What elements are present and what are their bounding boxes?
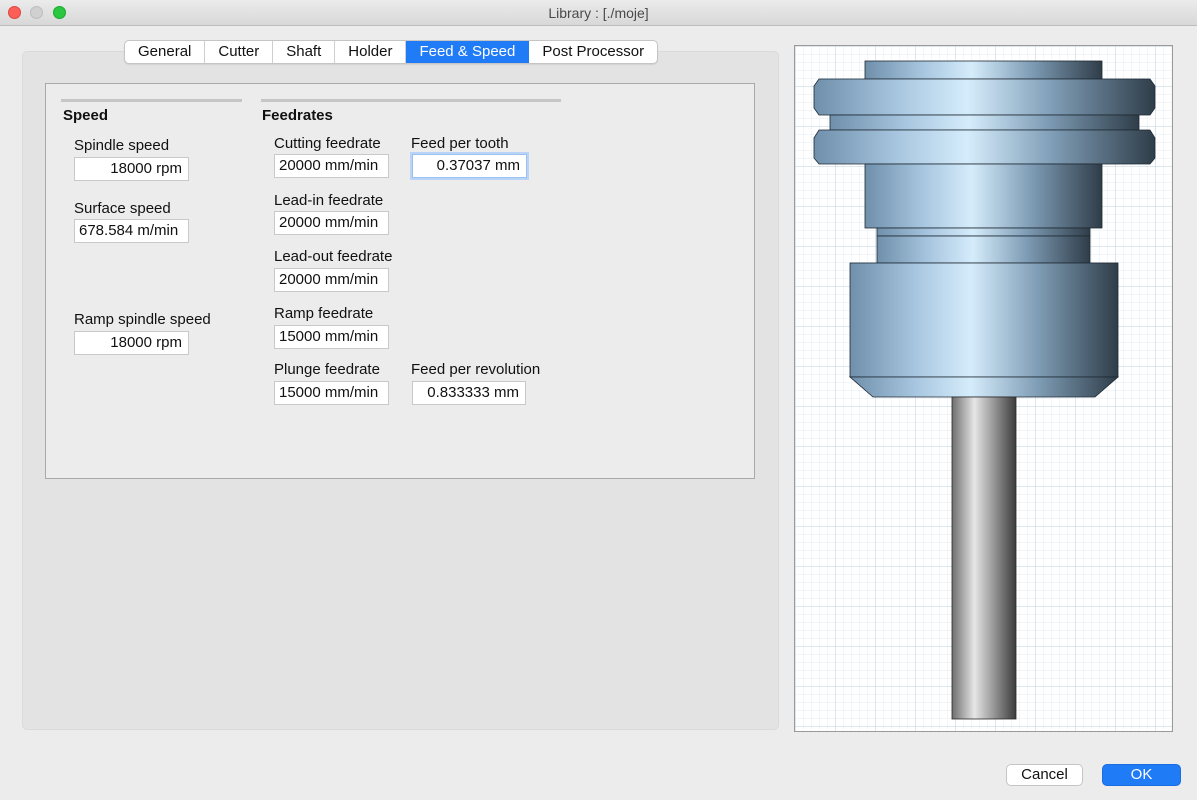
feed-per-tooth-input[interactable]: 0.37037 mm: [412, 154, 527, 178]
lead-in-feedrate-input[interactable]: 20000 mm/min: [274, 211, 389, 235]
surface-speed-field: 678.584 m/min: [74, 219, 189, 243]
tab-bar: General Cutter Shaft Holder Feed & Speed…: [124, 40, 659, 64]
tool-preview-drawing: [795, 46, 1172, 731]
tab-shaft[interactable]: Shaft: [273, 41, 336, 63]
plunge-feedrate-label: Plunge feedrate: [274, 361, 380, 378]
tab-general[interactable]: General: [125, 41, 206, 63]
ramp-spindle-speed-label: Ramp spindle speed: [74, 311, 211, 328]
plunge-feedrate-input[interactable]: 15000 mm/min: [274, 381, 389, 405]
window-title: Library : [./moje]: [548, 5, 649, 21]
lead-out-feedrate-input[interactable]: 20000 mm/min: [274, 268, 389, 292]
speed-group-title: Speed: [63, 107, 109, 124]
feedrates-group-title: Feedrates: [262, 107, 333, 124]
lead-out-feedrate-label: Lead-out feedrate: [274, 248, 393, 265]
title-bar: Library : [./moje]: [0, 0, 1197, 26]
cutter-shaft-shape: [951, 396, 1017, 720]
tab-feed-speed[interactable]: Feed & Speed: [406, 41, 530, 63]
lead-in-feedrate-label: Lead-in feedrate: [274, 192, 384, 209]
surface-speed-label: Surface speed: [74, 200, 171, 217]
tab-holder[interactable]: Holder: [335, 41, 407, 63]
speed-group-divider: [61, 99, 242, 102]
ramp-feedrate-label: Ramp feedrate: [274, 305, 374, 322]
feed-per-revolution-label: Feed per revolution: [411, 361, 541, 378]
ramp-spindle-speed-input[interactable]: 18000 rpm: [74, 331, 189, 355]
tool-preview: [794, 45, 1173, 732]
feed-per-revolution-field: 0.833333 mm: [412, 381, 526, 405]
spindle-speed-label: Spindle speed: [74, 137, 170, 154]
feedrates-group-divider: [261, 99, 561, 102]
cutting-feedrate-input[interactable]: 20000 mm/min: [274, 154, 389, 178]
cancel-button[interactable]: Cancel: [1006, 764, 1083, 786]
ramp-feedrate-input[interactable]: 15000 mm/min: [274, 325, 389, 349]
feed-speed-form: Speed Spindle speed 18000 rpm Surface sp…: [45, 83, 755, 479]
tab-post-processor[interactable]: Post Processor: [529, 41, 657, 63]
feed-per-tooth-label: Feed per tooth: [411, 135, 509, 152]
cutting-feedrate-label: Cutting feedrate: [274, 135, 381, 152]
spindle-speed-input[interactable]: 18000 rpm: [74, 157, 189, 181]
ok-button[interactable]: OK: [1102, 764, 1181, 786]
tab-cutter[interactable]: Cutter: [205, 41, 274, 63]
